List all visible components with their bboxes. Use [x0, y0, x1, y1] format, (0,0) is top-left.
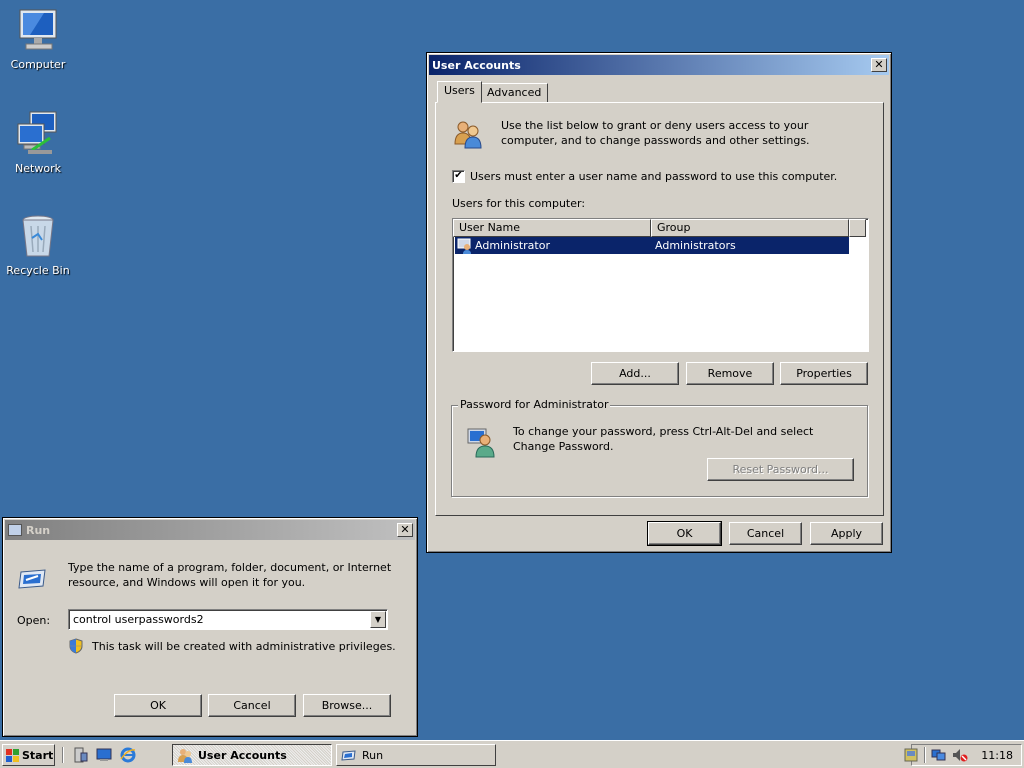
properties-button[interactable]: Properties [780, 362, 868, 385]
taskbar-item-label: User Accounts [198, 748, 287, 762]
desktop-icon-recycle-bin[interactable]: Recycle Bin [0, 212, 76, 277]
user-row-icon [455, 237, 475, 254]
admin-privileges-note: This task will be created with administr… [92, 639, 396, 653]
taskbar-item-user-accounts[interactable]: User Accounts [172, 744, 332, 766]
user-password-icon [466, 426, 498, 458]
login-required-checkbox[interactable]: ✔ [452, 170, 465, 183]
users-list-label: Users for this computer: [452, 197, 586, 210]
ok-button[interactable]: OK [647, 521, 722, 546]
clock[interactable]: 11:18 [981, 749, 1013, 762]
quick-launch [62, 747, 136, 763]
network-icon [14, 110, 62, 158]
open-label: Open: [17, 614, 51, 627]
tab-label: Advanced [487, 86, 542, 99]
title-bar[interactable]: Run ✕ [5, 520, 415, 540]
shield-icon [68, 638, 84, 654]
computer-icon [14, 6, 62, 54]
windows-logo-icon [6, 748, 19, 762]
volume-muted-icon[interactable] [952, 747, 968, 763]
users-icon [452, 118, 484, 150]
cancel-button[interactable]: Cancel [208, 694, 296, 717]
desktop-icon-label: Network [15, 162, 61, 175]
window-title: Run [26, 523, 51, 537]
password-groupbox: Password for Administrator To change you… [451, 398, 868, 497]
chevron-down-icon[interactable]: ▼ [370, 611, 386, 628]
column-header-spacer [849, 219, 866, 237]
start-button[interactable]: Start [2, 744, 55, 766]
server-manager-icon[interactable] [72, 747, 88, 763]
window-title: User Accounts [432, 58, 521, 72]
run-dialog: Run ✕ Type the name of a program, folder… [2, 517, 418, 737]
open-input-value[interactable]: control userpasswords2 [73, 613, 204, 626]
network-tray-icon[interactable] [931, 747, 947, 763]
desktop-icon-label: Computer [10, 58, 66, 71]
column-header-group[interactable]: Group [651, 219, 849, 237]
apply-button[interactable]: Apply [810, 522, 883, 545]
taskbar-item-run[interactable]: Run [336, 744, 496, 766]
column-header-user-name[interactable]: User Name [453, 219, 651, 237]
cell-group: Administrators [655, 239, 736, 252]
remove-user-button[interactable]: Remove [686, 362, 774, 385]
password-info-text: To change your password, press Ctrl-Alt-… [513, 425, 814, 453]
run-description: Type the name of a program, folder, docu… [68, 561, 392, 589]
users-list[interactable]: User Name Group Administrator Administra… [452, 218, 869, 352]
internet-explorer-icon[interactable] [120, 747, 136, 763]
tab-label: Users [444, 84, 475, 97]
open-combobox[interactable]: control userpasswords2 ▼ [68, 609, 388, 630]
cell-user-name: Administrator [475, 239, 550, 252]
tab-advanced[interactable]: Advanced [480, 83, 549, 103]
list-header: User Name Group [453, 219, 868, 237]
intro-text: Use the list below to grant or deny user… [501, 119, 810, 147]
users-tab-panel: Use the list below to grant or deny user… [435, 102, 884, 516]
taskbar-item-label: Run [362, 748, 384, 762]
show-desktop-icon[interactable] [96, 747, 112, 763]
server-manager-tray-icon[interactable] [903, 747, 919, 763]
user-accounts-window: User Accounts ✕ Users Advanced Use the l… [426, 52, 892, 553]
taskbar: Start User Accounts Run 11:18 [0, 740, 1024, 768]
desktop-icon-label: Recycle Bin [6, 264, 70, 277]
groupbox-legend: Password for Administrator [458, 398, 611, 411]
system-tray: 11:18 [904, 744, 1022, 766]
title-bar[interactable]: User Accounts ✕ [429, 55, 889, 75]
run-icon [341, 747, 357, 763]
desktop-icon-computer[interactable]: Computer [0, 6, 76, 71]
checkbox-label: Users must enter a user name and passwor… [470, 170, 838, 183]
login-required-checkbox-row[interactable]: ✔ Users must enter a user name and passw… [452, 170, 837, 183]
close-button[interactable]: ✕ [871, 58, 887, 72]
recycle-bin-icon [14, 212, 62, 260]
table-row[interactable]: Administrator Administrators [455, 237, 849, 254]
ok-button[interactable]: OK [114, 694, 202, 717]
run-program-icon [17, 562, 49, 594]
desktop-icon-network[interactable]: Network [0, 110, 76, 175]
tab-users[interactable]: Users [437, 81, 482, 103]
run-icon [8, 524, 22, 536]
reset-password-button[interactable]: Reset Password... [707, 458, 854, 481]
start-label: Start [22, 748, 54, 762]
browse-button[interactable]: Browse... [303, 694, 391, 717]
add-user-button[interactable]: Add... [591, 362, 679, 385]
cancel-button[interactable]: Cancel [729, 522, 802, 545]
close-button[interactable]: ✕ [397, 523, 413, 537]
users-icon [177, 747, 193, 763]
